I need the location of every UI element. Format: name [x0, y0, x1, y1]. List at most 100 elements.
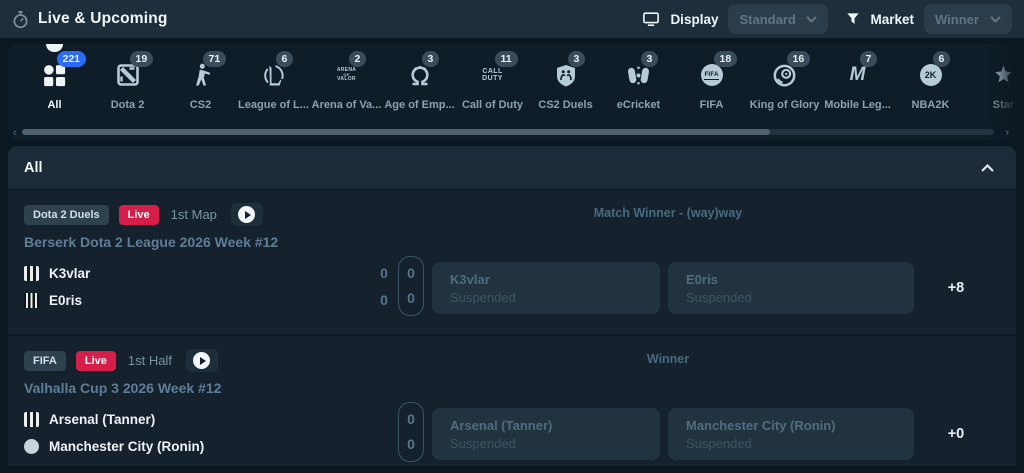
market-select[interactable]: Winner — [924, 4, 1012, 34]
game-badge: FIFA — [24, 351, 66, 371]
category-call-of-duty[interactable]: CALL DUTY 11 Call of Duty — [456, 59, 529, 111]
team-game-score: 0 — [399, 407, 423, 432]
fifa-icon: FIFA — [701, 64, 723, 86]
category-label: Dota 2 — [111, 99, 145, 111]
team-list: K3vlar E0ris — [24, 260, 90, 314]
category-nba2k[interactable]: 2K 6 NBA2K — [894, 59, 967, 111]
odds-status: Suspended — [686, 436, 752, 451]
category-mobile-legends[interactable]: M 7 Mobile Leg... — [821, 59, 894, 111]
carousel-scrollbar-track[interactable] — [22, 129, 994, 135]
team-row: K3vlar — [24, 260, 90, 287]
match-phase: 1st Map — [171, 207, 217, 222]
odds-team-name: K3vlar — [450, 272, 490, 287]
chevron-down-icon — [806, 16, 817, 23]
funnel-icon — [846, 12, 860, 26]
category-row: 221 All 19 Dota 2 — [18, 59, 1016, 111]
category-king-of-glory[interactable]: 16 King of Glory — [748, 59, 821, 111]
team-row: Arsenal (Tanner) — [24, 406, 204, 433]
team-map-score: 0 — [374, 260, 394, 287]
category-count-badge: 11 — [495, 51, 518, 67]
chevron-down-icon — [990, 16, 1001, 23]
category-count-badge: 18 — [714, 51, 738, 67]
category-fifa[interactable]: FIFA 18 FIFA — [675, 59, 748, 111]
top-bar: Live & Upcoming Display Standard Market … — [0, 0, 1024, 38]
team-game-score: 0 — [399, 432, 423, 457]
team-name: K3vlar — [49, 266, 90, 281]
match-title: Valhalla Cup 3 2026 Week #12 — [24, 380, 221, 396]
category-label: All — [47, 99, 61, 111]
team-row: Manchester City (Ronin) — [24, 433, 204, 460]
team-game-score: 0 — [399, 261, 423, 286]
category-label: League of L... — [238, 99, 309, 111]
more-markets-link[interactable]: +8 — [928, 262, 984, 314]
team-list: Arsenal (Tanner) Manchester City (Ronin) — [24, 406, 204, 460]
category-league-of-legends[interactable]: 6 League of L... — [237, 59, 310, 111]
category-count-badge: 2 — [349, 51, 367, 67]
category-label: CS2 Duels — [538, 99, 592, 111]
market-select-value: Winner — [935, 12, 979, 27]
team-jersey-icon — [24, 293, 39, 308]
section-title: All — [24, 160, 43, 176]
match-row-dota2-duels: Dota 2 Duels Live 1st Map Match Winner -… — [8, 190, 1016, 334]
category-cs2-duels[interactable]: 3 CS2 Duels — [529, 59, 602, 111]
odds-button-team1[interactable]: Arsenal (Tanner) Suspended — [432, 408, 660, 460]
category-cs2[interactable]: 71 CS2 — [164, 59, 237, 111]
odds-buttons: Arsenal (Tanner) Suspended Manchester Ci… — [432, 408, 914, 460]
top-bar-controls: Display Standard Market Winner — [642, 4, 1012, 34]
odds-team-name: Arsenal (Tanner) — [450, 418, 552, 433]
page-title: Live & Upcoming — [38, 10, 168, 28]
category-arena-of-valor[interactable]: ARENA OF VALOR 2 Arena of Va... — [310, 59, 383, 111]
odds-button-team1[interactable]: K3vlar Suspended — [432, 262, 660, 314]
carousel-scrollbar-thumb[interactable] — [22, 129, 770, 135]
category-count-badge: 16 — [787, 51, 811, 67]
category-label: Mobile Leg... — [824, 99, 891, 111]
team-name: E0ris — [49, 293, 82, 308]
game-score-bracket: 0 0 — [398, 256, 424, 316]
category-label: FIFA — [700, 99, 724, 111]
team-name: Manchester City (Ronin) — [49, 439, 204, 454]
play-icon — [193, 352, 210, 369]
category-label: Call of Duty — [462, 99, 523, 111]
team-jersey-icon — [24, 266, 39, 281]
chevron-up-icon[interactable] — [981, 164, 994, 172]
watch-stream-button[interactable] — [186, 349, 218, 372]
category-all[interactable]: 221 All — [18, 59, 91, 111]
game-badge: Dota 2 Duels — [24, 205, 109, 225]
section-header-all[interactable]: All — [8, 146, 1016, 190]
category-count-badge: 3 — [641, 51, 659, 67]
category-count-badge: 19 — [130, 51, 154, 67]
play-icon — [238, 206, 255, 223]
category-label: Age of Emp... — [384, 99, 454, 111]
starcraft-icon — [992, 63, 1015, 87]
market-header: Winner — [468, 352, 868, 366]
category-count-badge: 6 — [933, 51, 951, 67]
category-dota2[interactable]: 19 Dota 2 — [91, 59, 164, 111]
display-select[interactable]: Standard — [728, 4, 828, 34]
display-label: Display — [670, 12, 718, 27]
live-badge: Live — [119, 205, 159, 225]
more-markets-link[interactable]: +0 — [928, 408, 984, 460]
odds-button-team2[interactable]: E0ris Suspended — [668, 262, 914, 314]
team-game-score: 0 — [399, 286, 423, 311]
category-age-of-empires[interactable]: 3 Age of Emp... — [383, 59, 456, 111]
live-badge: Live — [76, 351, 116, 371]
game-category-carousel: 221 All 19 Dota 2 — [8, 44, 1016, 140]
stopwatch-icon — [12, 10, 29, 29]
selected-category-indicator — [46, 44, 63, 52]
match-meta: FIFA Live 1st Half — [24, 349, 218, 372]
category-starcraft[interactable]: Star — [967, 59, 1016, 111]
category-ecricket[interactable]: 3 eCricket — [602, 59, 675, 111]
team-logo-icon — [24, 439, 39, 454]
odds-status: Suspended — [686, 290, 752, 305]
nba2k-icon: 2K — [920, 64, 942, 86]
category-label: NBA2K — [912, 99, 950, 111]
category-count-badge: 6 — [276, 51, 294, 67]
carousel-scroll-right-arrow[interactable]: › — [1005, 128, 1009, 139]
watch-stream-button[interactable] — [231, 203, 263, 226]
odds-button-team2[interactable]: Manchester City (Ronin) Suspended — [668, 408, 914, 460]
category-count-badge: 71 — [203, 51, 227, 67]
carousel-scroll-left-arrow[interactable]: ‹ — [13, 128, 17, 139]
monitor-icon — [642, 11, 660, 27]
category-label: Arena of Va... — [312, 99, 382, 111]
odds-status: Suspended — [450, 290, 516, 305]
